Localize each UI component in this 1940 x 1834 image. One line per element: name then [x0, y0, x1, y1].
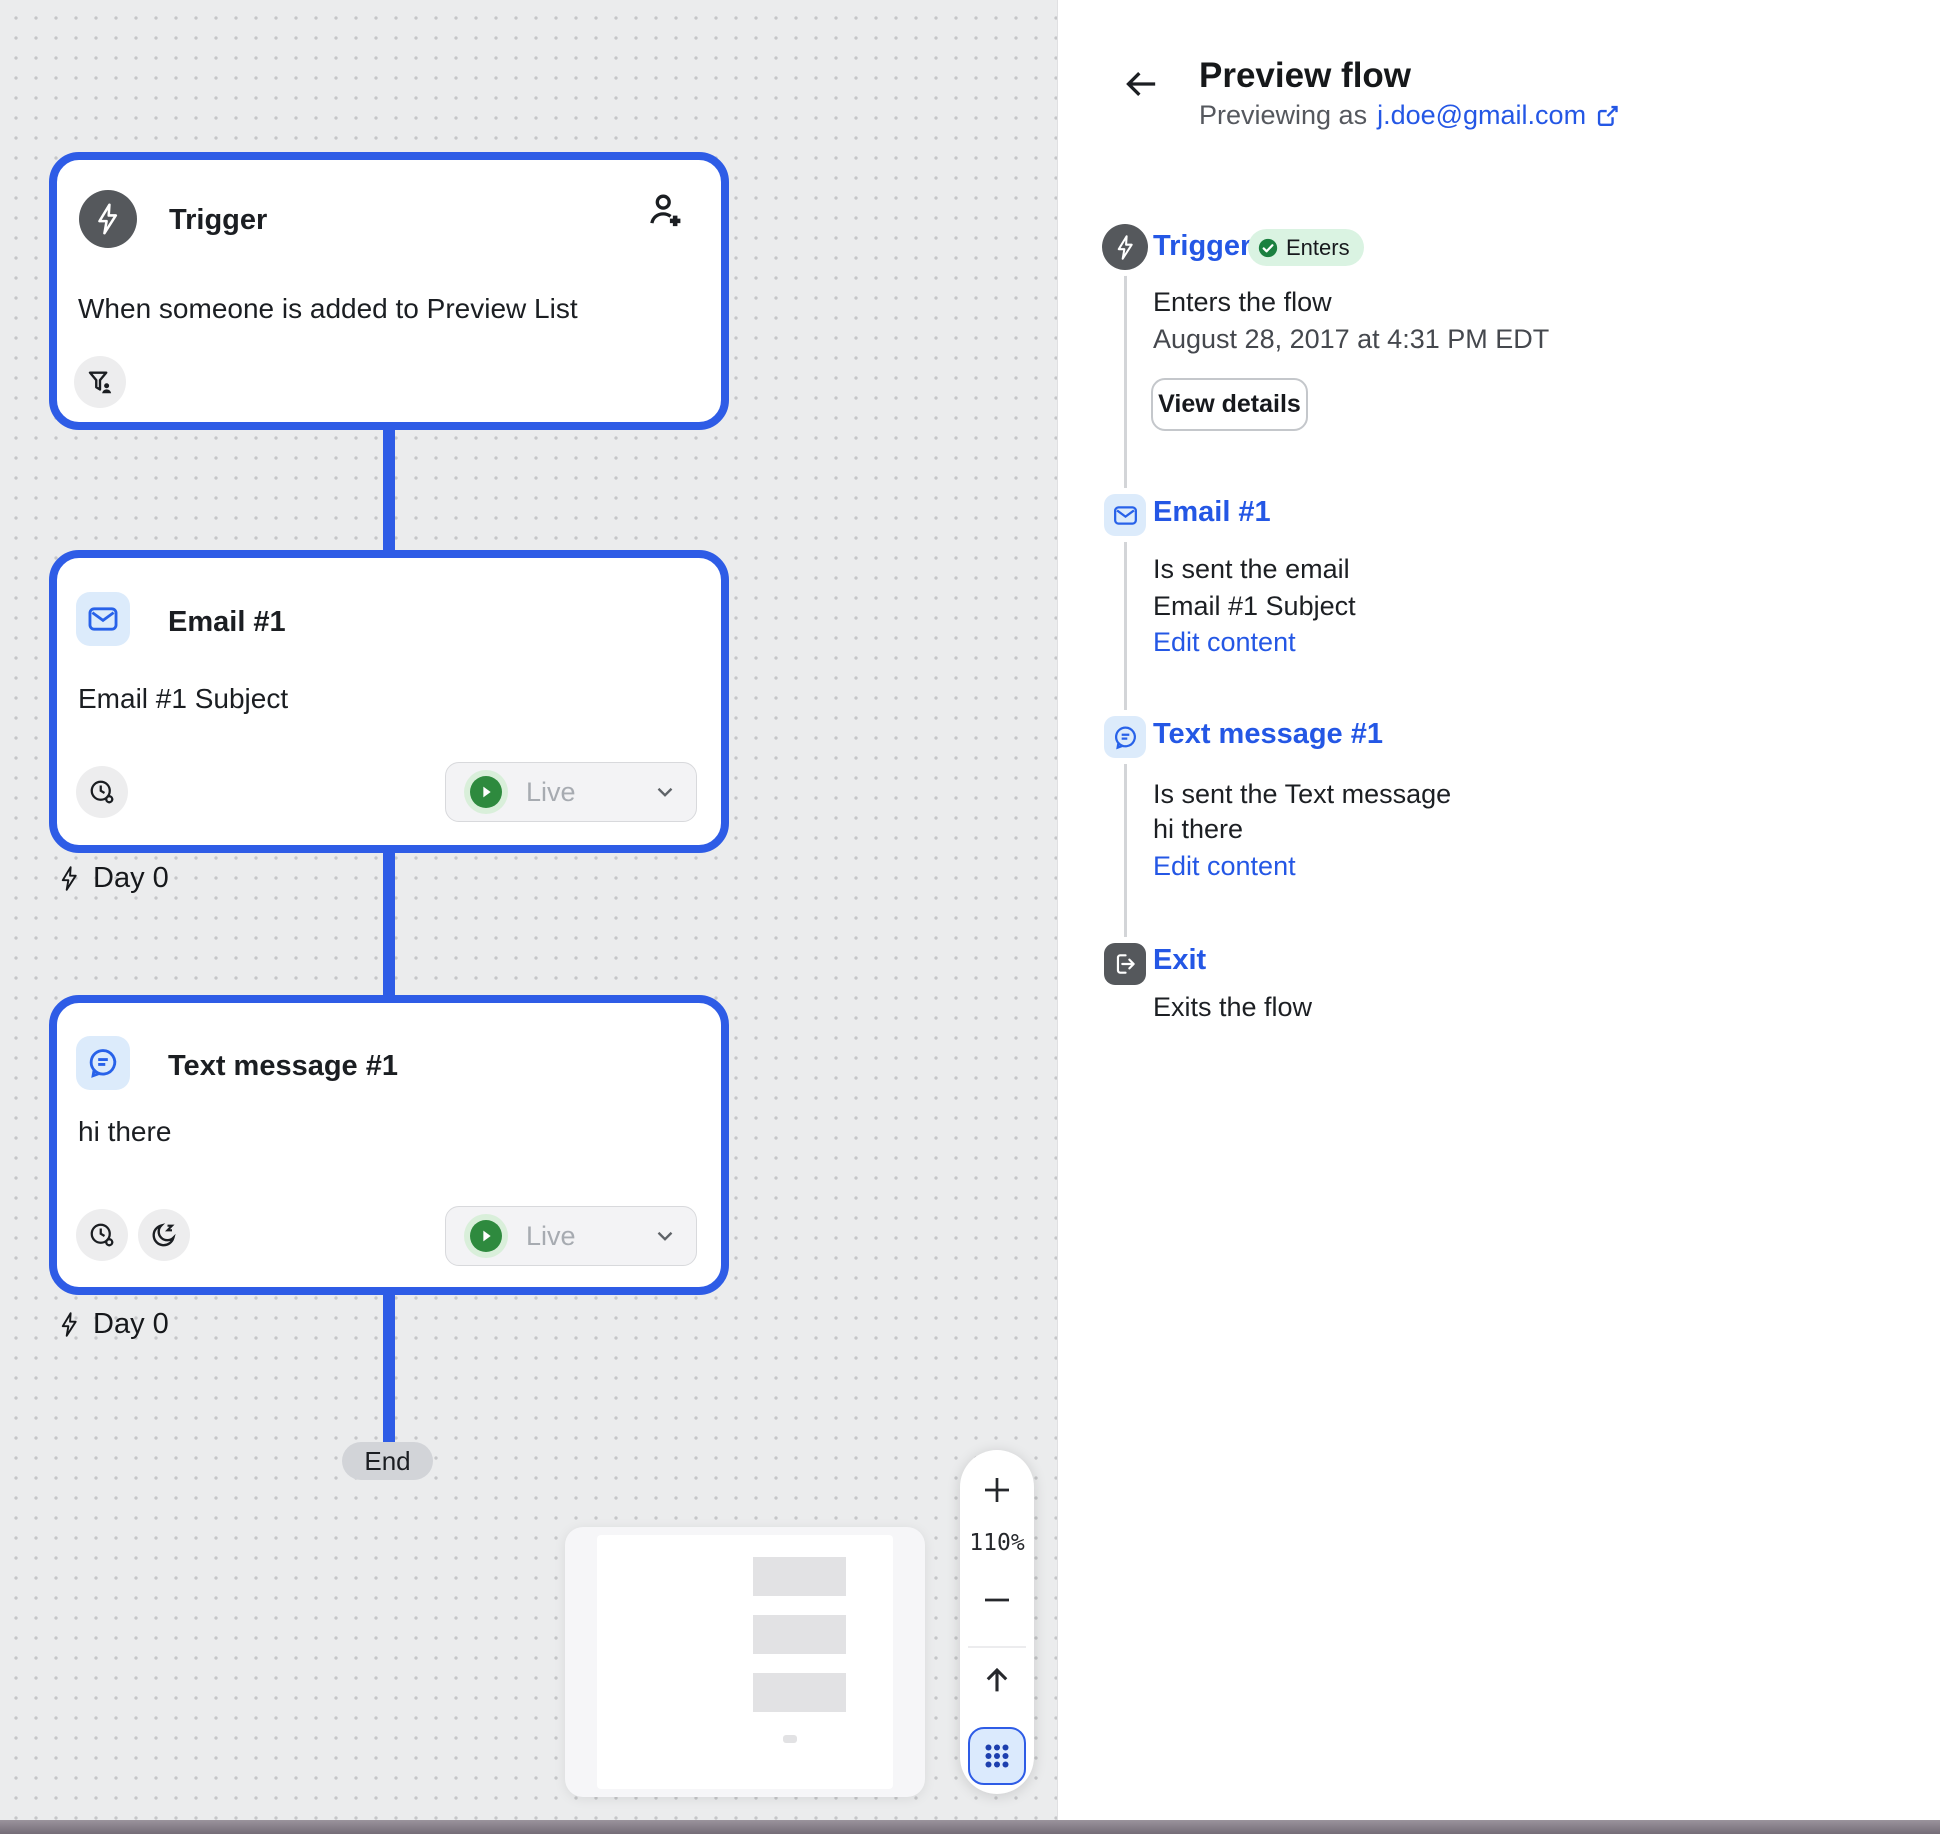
zoom-level: 110%: [960, 1530, 1034, 1556]
flow-canvas[interactable]: Trigger When someone is added to Preview…: [0, 0, 1058, 1820]
chevron-down-icon: [652, 779, 678, 805]
trigger-node[interactable]: Trigger When someone is added to Preview…: [49, 152, 729, 430]
chat-bubble-icon: [76, 1036, 130, 1090]
email-line1: Is sent the email: [1153, 554, 1350, 585]
sms-node[interactable]: Text message #1 hi there: [49, 995, 729, 1295]
email-line2: Email #1 Subject: [1153, 591, 1356, 622]
chevron-down-icon: [652, 1223, 678, 1249]
email-status-dropdown[interactable]: Live: [445, 762, 697, 822]
minimap-viewport: [597, 1535, 893, 1789]
flow-preview-app: Trigger When someone is added to Preview…: [0, 0, 1940, 1834]
sms-node-body: hi there: [78, 1116, 171, 1148]
end-node: End: [342, 1442, 433, 1480]
timeline-sms-heading[interactable]: Text message #1: [1153, 718, 1383, 751]
quiet-hours-moon-icon[interactable]: [138, 1209, 190, 1261]
timeline-exit-icon: [1104, 943, 1146, 985]
preview-flow-panel: Preview flow Previewing as j.doe@gmail.c…: [1059, 0, 1940, 1820]
email-delay-label: Day 0: [56, 862, 169, 895]
email-icon: [76, 592, 130, 646]
minimap-node: [753, 1615, 846, 1654]
smart-sending-clock-icon[interactable]: [76, 766, 128, 818]
trigger-line1: Enters the flow: [1153, 287, 1332, 318]
view-details-button[interactable]: View details: [1151, 378, 1308, 431]
sms-node-title: Text message #1: [168, 1050, 398, 1083]
email-status-label: Live: [526, 777, 652, 808]
previewing-as-prefix: Previewing as: [1199, 100, 1367, 131]
live-play-icon: [464, 770, 508, 814]
trigger-node-title: Trigger: [169, 204, 267, 237]
filter-person-icon[interactable]: [74, 356, 126, 408]
lightning-icon: [79, 190, 137, 248]
minimap-node: [753, 1673, 846, 1712]
trigger-line2: August 28, 2017 at 4:31 PM EDT: [1153, 324, 1549, 355]
zoom-in-button[interactable]: [960, 1464, 1034, 1516]
live-play-icon: [464, 1214, 508, 1258]
minimap[interactable]: [565, 1527, 925, 1797]
panel-title: Preview flow: [1199, 56, 1411, 96]
previewing-as: Previewing as j.doe@gmail.com: [1199, 100, 1621, 131]
timeline-sms-icon: [1104, 716, 1146, 758]
minimap-end-node: [783, 1735, 797, 1743]
email-edit-content-link[interactable]: Edit content: [1153, 627, 1296, 658]
zoom-out-button[interactable]: [960, 1574, 1034, 1626]
external-link-icon: [1594, 102, 1621, 129]
person-add-icon[interactable]: [641, 186, 689, 234]
enters-badge: Enters: [1248, 229, 1364, 266]
connector-sms-end: [383, 1290, 395, 1446]
timeline-email-icon: [1104, 494, 1146, 536]
back-button[interactable]: [1119, 62, 1163, 106]
arrow-up-icon: [980, 1663, 1014, 1697]
delay-lightning-icon: [56, 1311, 83, 1338]
sms-status-label: Live: [526, 1221, 652, 1252]
timeline-exit-heading[interactable]: Exit: [1153, 944, 1206, 977]
timeline-email-heading[interactable]: Email #1: [1153, 496, 1271, 529]
sms-delay-label: Day 0: [56, 1308, 169, 1341]
sms-status-dropdown[interactable]: Live: [445, 1206, 697, 1266]
check-circle-icon: [1257, 237, 1279, 259]
grid-dots-icon: [980, 1739, 1014, 1773]
minus-icon: [979, 1582, 1015, 1618]
connector-email-sms: [383, 848, 395, 1000]
timeline-trigger-heading[interactable]: Trigger: [1153, 230, 1251, 263]
preview-profile-link[interactable]: j.doe@gmail.com: [1377, 100, 1621, 131]
divider: [968, 1646, 1026, 1648]
zoom-controls: 110%: [960, 1450, 1034, 1794]
minimap-node: [753, 1557, 846, 1596]
email-node[interactable]: Email #1 Email #1 Subject Live: [49, 550, 729, 853]
smart-sending-clock-icon[interactable]: [76, 1209, 128, 1261]
sms-edit-content-link[interactable]: Edit content: [1153, 851, 1296, 882]
exit-line1: Exits the flow: [1153, 992, 1312, 1023]
timeline-line: [1124, 255, 1127, 950]
email-node-body: Email #1 Subject: [78, 683, 288, 715]
plus-icon: [979, 1472, 1015, 1508]
trigger-node-body: When someone is added to Preview List: [78, 293, 578, 325]
delay-lightning-icon: [56, 865, 83, 892]
minimap-toggle-button[interactable]: [968, 1727, 1026, 1785]
scroll-to-top-button[interactable]: [960, 1654, 1034, 1706]
email-node-title: Email #1: [168, 606, 286, 639]
back-arrow-icon: [1121, 64, 1161, 104]
sms-line2: hi there: [1153, 814, 1243, 845]
timeline-trigger-icon: [1102, 224, 1148, 270]
sms-line1: Is sent the Text message: [1153, 779, 1451, 810]
connector-trigger-email: [383, 425, 395, 555]
window-bottom-edge: [0, 1820, 1940, 1834]
